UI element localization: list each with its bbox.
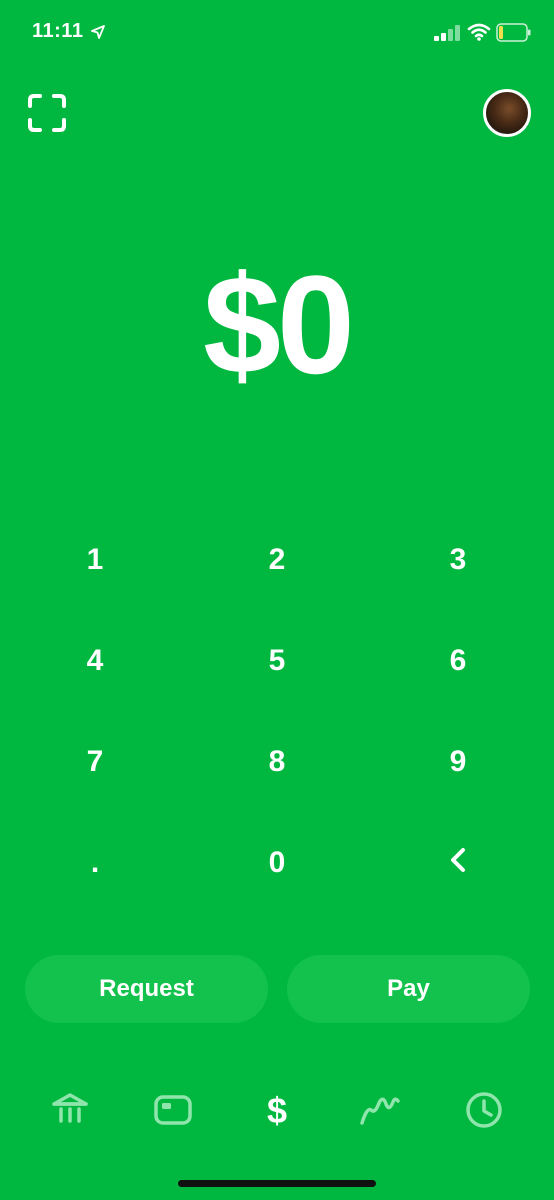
scan-frame-icon [28,94,66,132]
status-time: 11:11 [32,20,84,42]
key-decimal[interactable]: . [35,823,155,903]
amount-display: $0 [203,246,355,403]
tab-activity[interactable] [454,1080,514,1140]
clock-icon [466,1092,502,1128]
profile-avatar[interactable] [483,89,531,137]
key-6[interactable]: 6 [398,621,518,701]
scan-qr-button[interactable] [28,94,66,132]
investing-icon [360,1097,400,1125]
key-7[interactable]: 7 [35,722,155,802]
battery-icon [496,23,531,42]
location-arrow-icon [91,25,105,39]
key-9[interactable]: 9 [398,722,518,802]
status-bar: 11:11 [0,0,554,66]
chevron-left-icon [451,848,465,872]
wifi-icon [467,23,491,41]
key-3[interactable]: 3 [398,520,518,600]
dollar-icon: $ [267,1090,287,1130]
key-8[interactable]: 8 [217,722,337,802]
key-0[interactable]: 0 [217,823,337,903]
key-1[interactable]: 1 [35,520,155,600]
svg-text:$: $ [267,1090,287,1130]
tab-investing[interactable] [350,1080,410,1140]
home-indicator[interactable] [178,1180,376,1187]
cellular-signal-icon [434,25,460,41]
tab-cash[interactable]: $ [247,1080,307,1140]
request-button[interactable]: Request [25,955,268,1023]
backspace-key[interactable] [398,820,518,900]
bottom-tab-bar: $ [0,1080,554,1144]
key-5[interactable]: 5 [217,621,337,701]
card-icon [154,1095,192,1125]
tab-card[interactable] [143,1080,203,1140]
pay-button[interactable]: Pay [287,955,530,1023]
bank-icon [52,1093,88,1123]
key-2[interactable]: 2 [217,520,337,600]
tab-banking[interactable] [40,1080,100,1140]
key-4[interactable]: 4 [35,621,155,701]
